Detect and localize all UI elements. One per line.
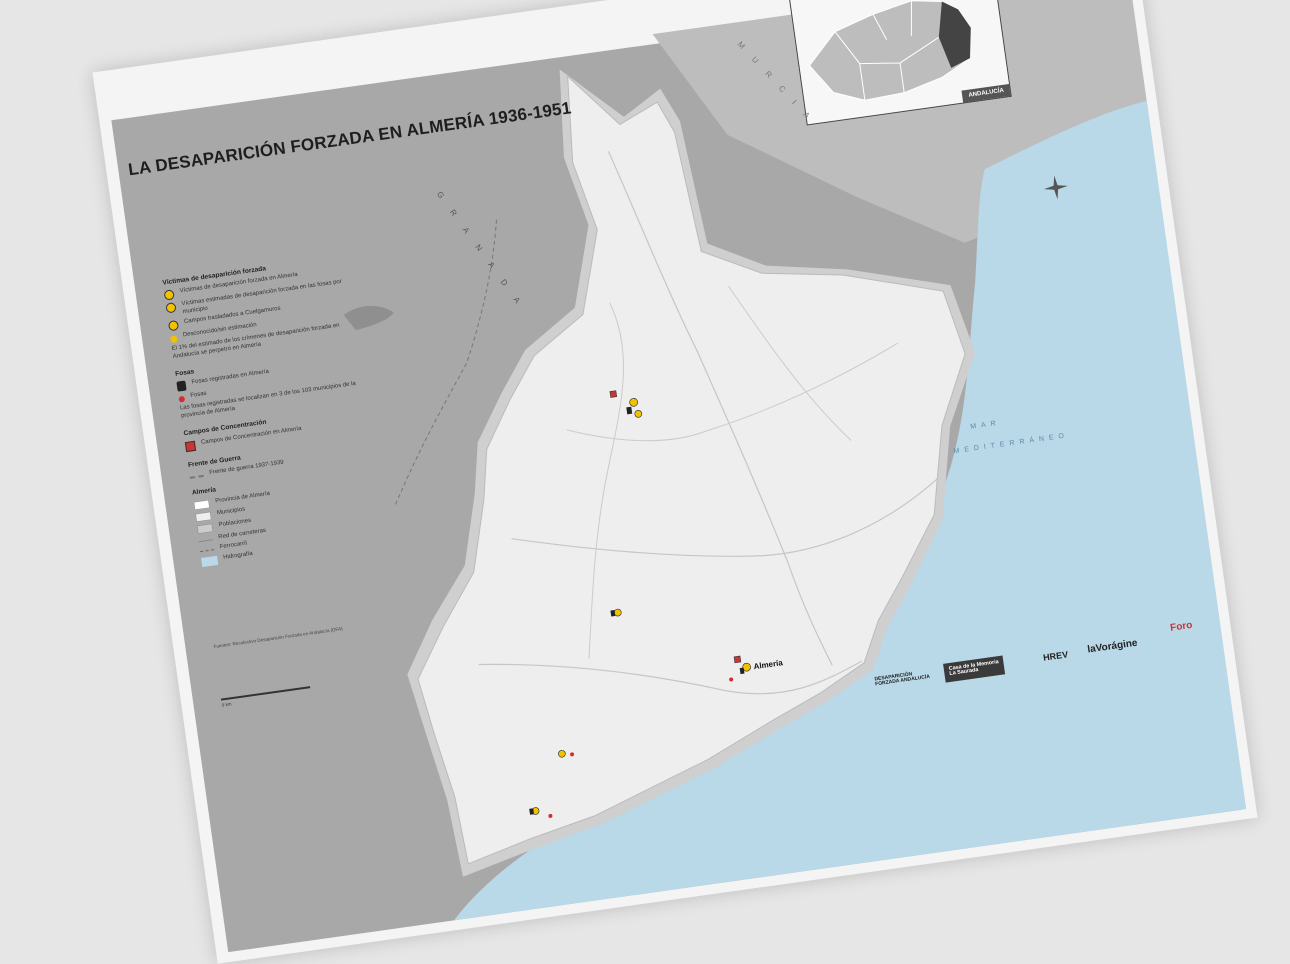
victim-symbol-icon (163, 289, 175, 301)
map-poster: LA DESAPARICIÓN FORZADA EN ALMERÍA 1936-… (92, 0, 1258, 964)
fosa-marker (626, 406, 633, 415)
scene: LA DESAPARICIÓN FORZADA EN ALMERÍA 1936-… (0, 0, 1290, 964)
compass-icon (1041, 173, 1070, 202)
front-line-icon (189, 474, 204, 479)
fosa-marker (739, 667, 745, 675)
fosa-marker (529, 808, 535, 815)
population-swatch-icon (196, 522, 214, 534)
unknown-symbol-icon (169, 335, 178, 344)
logo-foro: Foro (1169, 619, 1194, 634)
legend: Víctimas de desaparición forzada Víctima… (161, 243, 396, 570)
logo-hrev: HREV (1042, 649, 1069, 663)
fosa-marker (610, 610, 616, 617)
rail-line-icon (200, 549, 215, 553)
logo-voragine: laVorágine (1086, 637, 1139, 656)
grave-dot-icon (178, 396, 186, 404)
camp-marker (609, 390, 618, 398)
camp-symbol-icon (184, 440, 197, 452)
logo-dfa: DESAPARICIÓN FORZADA ANDALUCÍA (874, 671, 931, 688)
grave-symbol-icon (176, 380, 187, 393)
hydro-swatch-icon (201, 555, 219, 567)
logo-casa-memoria: Casa de la Memoria La Saurada (943, 655, 1006, 683)
road-line-icon (198, 538, 213, 542)
province-swatch-icon (193, 499, 211, 511)
camp-marker (733, 655, 742, 664)
victim-symbol-icon (167, 320, 180, 332)
victim-symbol-icon (165, 302, 177, 314)
municipality-swatch-icon (194, 510, 212, 523)
